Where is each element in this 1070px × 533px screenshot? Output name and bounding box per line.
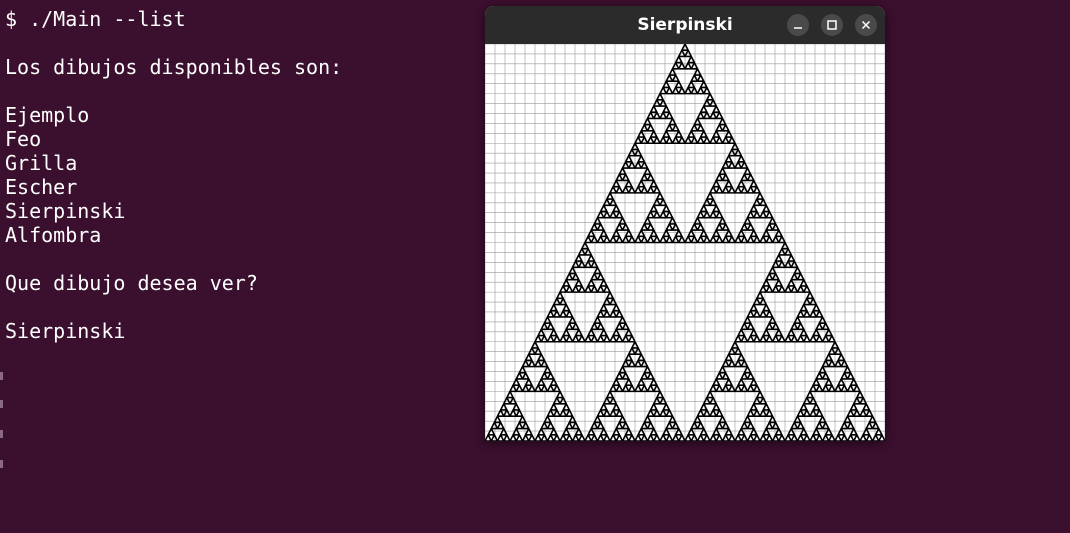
minimize-icon bbox=[794, 27, 802, 29]
close-button[interactable] bbox=[855, 14, 877, 36]
sierpinski-drawing bbox=[485, 44, 885, 441]
maximize-icon bbox=[827, 20, 837, 30]
close-icon bbox=[861, 20, 871, 30]
sierpinski-window[interactable]: Sierpinski bbox=[485, 6, 885, 441]
terminal-edge-marks bbox=[0, 360, 3, 533]
maximize-button[interactable] bbox=[821, 14, 843, 36]
window-titlebar[interactable]: Sierpinski bbox=[485, 6, 885, 44]
terminal-line: Escher bbox=[5, 175, 78, 199]
terminal-line: Alfombra bbox=[5, 223, 102, 247]
terminal-output: $ ./Main --list Los dibujos disponibles s… bbox=[5, 7, 342, 343]
terminal-line: Sierpinski bbox=[5, 319, 126, 343]
terminal-line: Que dibujo desea ver? bbox=[5, 271, 258, 295]
terminal-line: Grilla bbox=[5, 151, 78, 175]
terminal-line: Los dibujos disponibles son: bbox=[5, 55, 343, 79]
terminal-line: $ ./Main --list bbox=[5, 7, 186, 31]
terminal-line: Feo bbox=[5, 127, 42, 151]
terminal-line: Sierpinski bbox=[5, 199, 126, 223]
minimize-button[interactable] bbox=[787, 14, 809, 36]
drawing-canvas[interactable] bbox=[485, 44, 885, 441]
terminal-line: Ejemplo bbox=[5, 103, 90, 127]
